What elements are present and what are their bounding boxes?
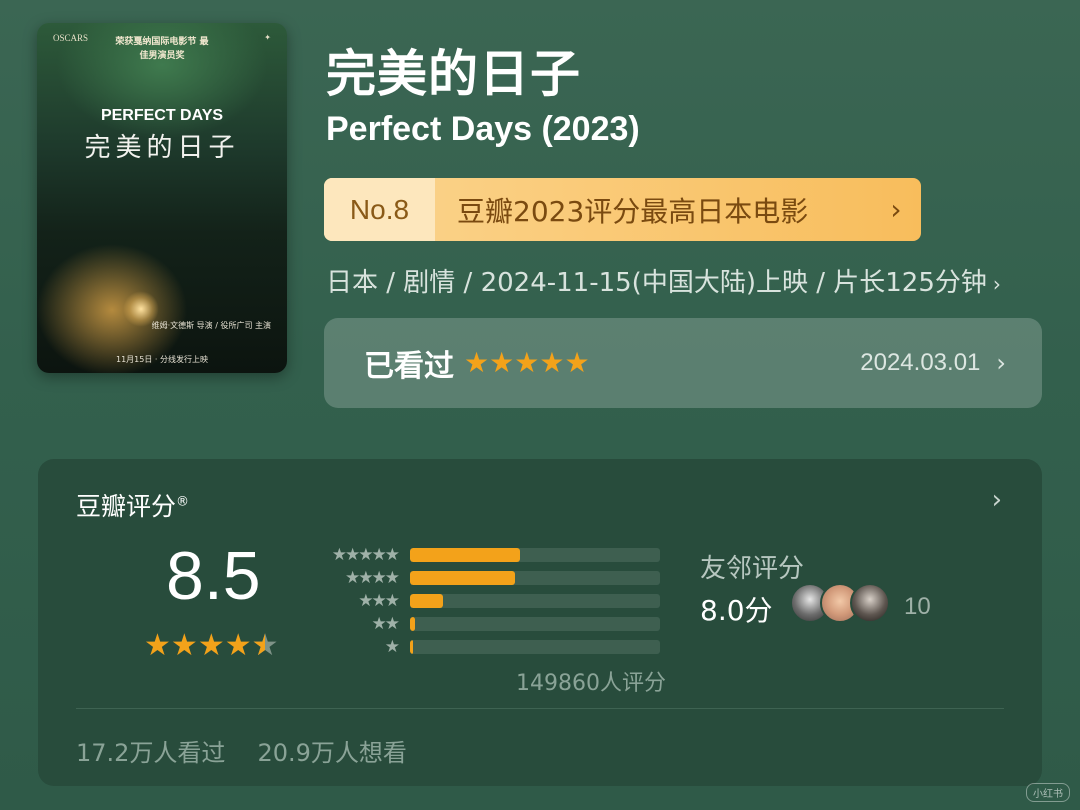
distribution-fill — [410, 639, 413, 654]
star-icon: ★ — [197, 628, 225, 663]
distribution-bar — [410, 593, 660, 608]
distribution-row: ★★ — [310, 612, 670, 635]
star-icon: ★ — [514, 346, 540, 379]
star-icon: ★ — [539, 346, 565, 379]
watched-count[interactable]: 17.2万人看过 — [76, 733, 225, 768]
rating-distribution: ★★★★★ ★★★★ ★★★ ★★ ★ — [310, 543, 670, 658]
distribution-fill — [410, 570, 515, 585]
poster-oscars-text: OSCARS — [53, 33, 89, 43]
distribution-row: ★★★ — [310, 589, 670, 612]
watched-status-card[interactable]: 已看过 ★ ★ ★ ★ ★ 2024.03.01 › — [324, 318, 1042, 408]
five-star-label-icon: ★★★★★ — [331, 544, 400, 565]
friend-avatars[interactable] — [790, 583, 890, 623]
chevron-right-icon[interactable]: › — [992, 485, 1002, 515]
movie-poster[interactable]: OSCARS 荣获戛纳国际电影节 最佳男演员奖 ✦ PERFECT DAYS 完… — [37, 23, 287, 373]
friend-count: 10 — [904, 593, 931, 620]
poster-title-en: PERFECT DAYS — [100, 107, 224, 124]
star-icon: ★ — [464, 346, 490, 379]
four-star-label-icon: ★★★★ — [345, 567, 400, 588]
star-icon: ★ — [170, 628, 198, 663]
poster-award-text: 荣获戛纳国际电影节 最佳男演员奖 — [115, 37, 209, 61]
star-icon: ★ — [564, 346, 590, 379]
three-star-label-icon: ★★★ — [358, 590, 400, 611]
avatar — [850, 583, 890, 623]
page-title: 完美的日子 — [326, 45, 581, 103]
rating-count: 149860人评分 — [516, 671, 666, 696]
poster-credit-text: 维姆·文德斯 导演 / 役所广司 主演 — [151, 321, 271, 330]
watched-label: 已看过 — [364, 349, 454, 384]
rating-score: 8.5 — [166, 538, 261, 614]
star-icon: ★ — [224, 628, 252, 663]
rank-banner[interactable]: No.8 豆瓣2023评分最高日本电影 › — [324, 178, 921, 241]
cannes-logo-icon: ✦ — [264, 33, 271, 42]
distribution-bar — [410, 547, 660, 562]
douban-rating-card[interactable]: 豆瓣评分® › 8.5 ★ ★ ★ ★ ★ ★ ★★★★ ★ ★★★ ★ ★★ ★ ★ … — [38, 459, 1042, 786]
distribution-fill — [410, 547, 520, 562]
want-count[interactable]: 20.9万人想看 — [257, 733, 406, 768]
distribution-row: ★ — [310, 635, 670, 658]
rating-header: 豆瓣评分® — [76, 487, 189, 523]
half-star-icon: ★ — [252, 631, 279, 662]
two-star-label-icon: ★★ — [371, 613, 400, 634]
watermark: 小红书 — [1026, 783, 1070, 802]
page-subtitle-en: Perfect Days (2023) — [326, 110, 640, 148]
distribution-fill — [410, 616, 415, 631]
poster-release-text: 11月15日 · 分线发行上映 — [116, 355, 208, 364]
distribution-row: ★★★★ — [310, 566, 670, 589]
distribution-bar — [410, 616, 660, 631]
one-star-label-icon: ★ — [384, 636, 400, 657]
distribution-bar — [410, 570, 660, 585]
watched-date: 2024.03.01 — [860, 349, 981, 376]
audience-stats: 17.2万人看过 20.9万人想看 — [76, 733, 407, 768]
friend-rating-label: 友邻评分 — [700, 554, 805, 584]
star-icon: ★ — [489, 346, 515, 379]
rank-text: 豆瓣2023评分最高日本电影 — [457, 194, 809, 228]
registered-mark: ® — [176, 494, 190, 510]
star-icon: ★ — [144, 628, 171, 663]
chevron-right-icon: › — [992, 272, 1001, 296]
distribution-row: ★★★★★ — [310, 543, 670, 566]
rating-stars: ★ ★ ★ ★ ★ — [144, 628, 279, 663]
friend-rating-score: 8.0分 — [700, 594, 773, 627]
chevron-right-icon: › — [996, 349, 1006, 377]
distribution-fill — [410, 593, 443, 608]
poster-title-zh: 完美的日子 — [84, 133, 240, 163]
movie-meta-text: 日本 / 剧情 / 2024-11-15(中国大陆)上映 / 片长125分钟 — [326, 268, 987, 298]
movie-meta[interactable]: 日本 / 剧情 / 2024-11-15(中国大陆)上映 / 片长125分钟 › — [326, 262, 1046, 299]
my-rating-stars: ★ ★ ★ ★ ★ — [464, 349, 590, 377]
rating-header-text: 豆瓣评分 — [76, 492, 177, 521]
distribution-bar — [410, 639, 660, 654]
chevron-right-icon: › — [890, 193, 902, 226]
rank-number: No.8 — [324, 178, 435, 241]
divider — [76, 708, 1004, 709]
